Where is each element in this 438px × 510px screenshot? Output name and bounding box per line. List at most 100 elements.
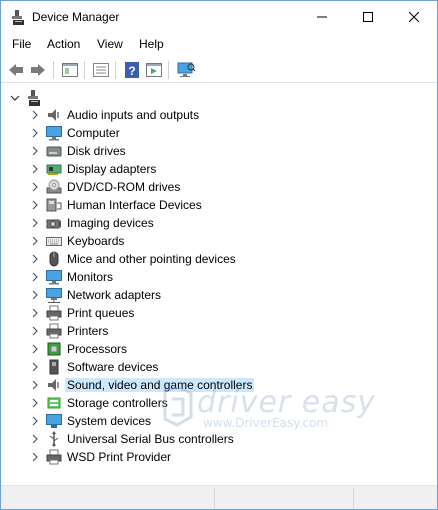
toolbar-separator — [168, 61, 169, 79]
tree-item[interactable]: Keyboards — [1, 232, 437, 250]
title-bar[interactable]: Device Manager — [1, 1, 437, 32]
tree-item-label: System devices — [67, 414, 152, 428]
tree-item[interactable]: Sound, video and game controllers — [1, 376, 437, 394]
dvd-icon — [46, 179, 62, 194]
network-icon — [46, 288, 62, 303]
tree-item[interactable]: Display adapters — [1, 160, 437, 178]
chevron-right-icon[interactable] — [30, 326, 40, 336]
chevron-right-icon[interactable] — [30, 200, 40, 210]
maximize-icon — [363, 11, 373, 22]
tree-item[interactable]: WSD Print Provider — [1, 448, 437, 466]
tree-item-label: Computer — [67, 126, 120, 140]
camera-icon — [46, 219, 61, 229]
chevron-right-icon[interactable] — [30, 362, 40, 372]
properties-window-icon — [62, 63, 78, 77]
software-device-icon — [49, 359, 59, 375]
tree-item[interactable]: System devices — [1, 412, 437, 430]
chevron-right-icon[interactable] — [30, 290, 40, 300]
tree-item[interactable]: Processors — [1, 340, 437, 358]
status-bar — [1, 485, 437, 509]
keyboard-icon — [46, 237, 62, 246]
tree-item[interactable]: Mice and other pointing devices — [1, 250, 437, 268]
printer-icon — [46, 449, 62, 465]
tree-item[interactable]: Monitors — [1, 268, 437, 286]
tree-item-label: Processors — [67, 342, 128, 356]
processor-icon — [47, 342, 61, 356]
scan-hardware-button[interactable] — [176, 60, 196, 80]
tree-item-label: Software devices — [67, 360, 159, 374]
device-manager-app-icon — [12, 10, 24, 25]
forward-button[interactable] — [28, 60, 48, 80]
storage-icon — [47, 397, 61, 409]
tree-item[interactable]: Universal Serial Bus controllers — [1, 430, 437, 448]
chevron-right-icon[interactable] — [30, 146, 40, 156]
tree-item[interactable]: Printers — [1, 322, 437, 340]
tree-item[interactable]: Disk drives — [1, 142, 437, 160]
list-view-button[interactable] — [91, 60, 111, 80]
menu-help[interactable]: Help — [139, 37, 164, 51]
chevron-right-icon[interactable] — [30, 218, 40, 228]
chevron-right-icon[interactable] — [30, 434, 40, 444]
forward-icon — [31, 64, 45, 76]
tree-item-label: Storage controllers — [67, 396, 168, 410]
scan-hardware-icon — [177, 62, 195, 77]
chevron-right-icon[interactable] — [30, 416, 40, 426]
tree-item[interactable]: Computer — [1, 124, 437, 142]
chevron-right-icon[interactable] — [30, 308, 40, 318]
menu-action[interactable]: Action — [47, 37, 80, 51]
chevron-right-icon[interactable] — [30, 236, 40, 246]
status-divider — [353, 488, 354, 508]
close-button[interactable] — [391, 1, 437, 32]
list-view-icon — [93, 63, 109, 77]
chevron-right-icon[interactable] — [30, 164, 40, 174]
device-tree[interactable]: Audio inputs and outputs Computer Disk dri… — [1, 85, 437, 483]
tree-item[interactable]: Imaging devices — [1, 214, 437, 232]
maximize-button[interactable] — [345, 1, 391, 32]
chevron-right-icon[interactable] — [30, 380, 40, 390]
minimize-icon — [317, 16, 327, 17]
toolbar: ? — [1, 57, 437, 83]
chevron-right-icon[interactable] — [30, 110, 40, 120]
chevron-right-icon[interactable] — [30, 254, 40, 264]
chevron-right-icon[interactable] — [30, 452, 40, 462]
tree-item[interactable]: Human Interface Devices — [1, 196, 437, 214]
back-button[interactable] — [6, 60, 26, 80]
tree-item-label: Printers — [67, 324, 109, 338]
back-icon — [9, 64, 23, 76]
tree-item-label: Print queues — [67, 306, 135, 320]
tree-item-label: Display adapters — [67, 162, 157, 176]
speaker-icon — [48, 109, 59, 121]
tree-item[interactable]: Network adapters — [1, 286, 437, 304]
svg-text:?: ? — [128, 64, 135, 78]
device-manager-window: Device Manager File Action View Help ? A… — [0, 0, 438, 510]
tree-item[interactable]: Print queues — [1, 304, 437, 322]
toolbar-separator — [53, 61, 54, 79]
tree-item[interactable]: Audio inputs and outputs — [1, 106, 437, 124]
status-divider — [214, 488, 215, 508]
tree-item[interactable]: Storage controllers — [1, 394, 437, 412]
chevron-right-icon[interactable] — [30, 344, 40, 354]
menu-file[interactable]: File — [12, 37, 31, 51]
toolbar-separator — [84, 61, 85, 79]
monitor-icon — [46, 270, 62, 285]
chevron-right-icon[interactable] — [30, 398, 40, 408]
window-title: Device Manager — [32, 10, 120, 24]
run-action-button[interactable] — [144, 60, 164, 80]
menu-view[interactable]: View — [97, 37, 123, 51]
toolbar-separator — [115, 61, 116, 79]
tree-item[interactable]: Software devices — [1, 358, 437, 376]
minimize-button[interactable] — [299, 1, 345, 32]
chevron-right-icon[interactable] — [30, 128, 40, 138]
tree-item[interactable]: DVD/CD-ROM drives — [1, 178, 437, 196]
chevron-right-icon[interactable] — [30, 272, 40, 282]
usb-icon — [49, 431, 59, 447]
tree-item-label: DVD/CD-ROM drives — [67, 180, 181, 194]
monitor-icon — [46, 126, 62, 141]
help-button[interactable]: ? — [122, 60, 142, 80]
chevron-down-icon[interactable] — [10, 95, 20, 103]
chevron-right-icon[interactable] — [30, 182, 40, 192]
properties-window-button[interactable] — [60, 60, 80, 80]
mouse-icon — [49, 251, 59, 267]
tree-item-label: Keyboards — [67, 234, 125, 248]
tree-item-label: Disk drives — [67, 144, 126, 158]
